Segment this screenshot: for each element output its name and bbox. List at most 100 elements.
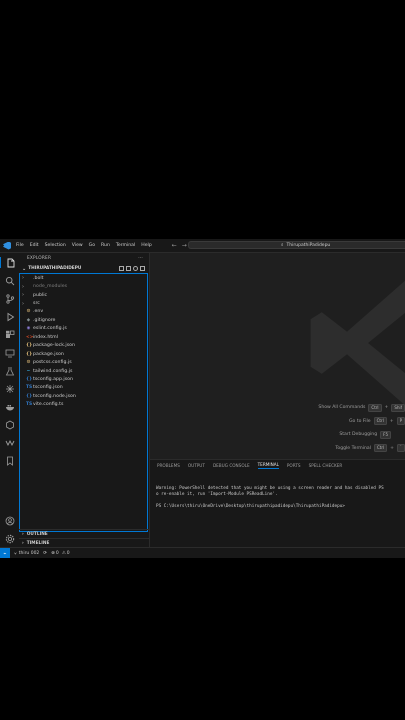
tab-ports[interactable]: PORTS bbox=[287, 463, 301, 468]
file-tree: › .bolt › node_modules › public › src ⚙ .env ◆ .git… bbox=[19, 273, 148, 532]
file-tree-item[interactable]: › .bolt bbox=[20, 274, 147, 282]
menu-edit[interactable]: Edit bbox=[30, 243, 39, 248]
sync-icon[interactable]: ⟳ bbox=[43, 551, 47, 556]
extensions-icon[interactable] bbox=[4, 329, 15, 340]
flask-icon[interactable] bbox=[4, 365, 15, 376]
hint-show-all-commands[interactable]: Show All Commands Ctrl + Shif bbox=[318, 401, 405, 415]
key-badge: P bbox=[396, 417, 405, 426]
file-tree-label: node_modules bbox=[33, 284, 68, 290]
menu-view[interactable]: View bbox=[72, 243, 83, 248]
search-icon[interactable] bbox=[4, 275, 15, 286]
file-tree-item[interactable]: ⚙ postcss.config.js bbox=[20, 358, 147, 366]
hexagon-icon[interactable] bbox=[4, 419, 15, 430]
warning-icon: ⚠ bbox=[61, 551, 66, 556]
outline-section[interactable]: › OUTLINE bbox=[19, 529, 149, 538]
vscode-logo-icon bbox=[3, 241, 11, 250]
account-icon[interactable] bbox=[4, 515, 15, 526]
menu-selection[interactable]: Selection bbox=[45, 243, 66, 248]
kubernetes-icon[interactable] bbox=[4, 383, 15, 394]
file-tree-item[interactable]: › node_modules bbox=[20, 282, 147, 290]
file-tree-item[interactable]: <> index.html bbox=[20, 333, 147, 341]
file-type-icon: {} bbox=[26, 351, 33, 357]
hint-start-debugging[interactable]: Start Debugging F5 bbox=[318, 428, 405, 442]
file-tree-item[interactable]: {} package.json bbox=[20, 350, 147, 358]
terminal-prompt: PS C:\Users\thiru\OneDrive\Desktop\thiru… bbox=[156, 504, 345, 509]
new-file-icon[interactable] bbox=[119, 266, 124, 271]
file-tree-item[interactable]: TS tsconfig.json bbox=[20, 384, 147, 392]
file-tree-item[interactable]: ◉ eslint.config.js bbox=[20, 325, 147, 333]
file-tree-item[interactable]: › public bbox=[20, 291, 147, 299]
menu-run[interactable]: Run bbox=[101, 243, 110, 248]
hint-toggle-terminal[interactable]: Toggle Terminal Ctrl + ` bbox=[318, 442, 405, 456]
hint-label: Toggle Terminal bbox=[335, 445, 372, 451]
hint-label: Go to File bbox=[349, 418, 371, 424]
menu-file[interactable]: File bbox=[16, 243, 24, 248]
key-plus: + bbox=[389, 418, 394, 424]
file-type-icon: {} bbox=[26, 343, 33, 349]
tab-debug-console[interactable]: DEBUG CONSOLE bbox=[213, 463, 250, 468]
branch-name[interactable]: thiru 002 bbox=[19, 551, 40, 556]
tab-problems[interactable]: PROBLEMS bbox=[157, 463, 180, 468]
file-tree-label: .env bbox=[33, 309, 44, 315]
error-count[interactable]: 0 bbox=[56, 551, 59, 556]
key-badge: Shif bbox=[391, 403, 405, 412]
new-folder-icon[interactable] bbox=[126, 266, 131, 271]
file-tree-item[interactable]: ~ tailwind.config.js bbox=[20, 367, 147, 375]
file-tree-label: public bbox=[33, 292, 48, 298]
chevron-right-icon: › bbox=[22, 275, 24, 282]
file-tree-label: index.html bbox=[33, 334, 58, 340]
file-type-icon: {} bbox=[26, 393, 33, 399]
file-tree-item[interactable]: {} tsconfig.node.json bbox=[20, 392, 147, 400]
file-type-icon: ⚙ bbox=[26, 360, 31, 366]
file-tree-label: .bolt bbox=[33, 275, 44, 281]
source-control-icon[interactable] bbox=[4, 293, 15, 304]
file-type-icon: ◆ bbox=[26, 317, 31, 323]
workspace-folder-header[interactable]: ⌄ THIRUPATHIPADIDEPU bbox=[19, 264, 149, 273]
command-center-search[interactable]: ⌕ ThirupathiPadidepu bbox=[188, 241, 405, 249]
tab-spell-checker[interactable]: SPELL CHECKER bbox=[309, 463, 343, 468]
menu-go[interactable]: Go bbox=[89, 243, 95, 248]
file-tree-label: .gitignore bbox=[33, 317, 56, 323]
collapse-all-icon[interactable] bbox=[140, 266, 145, 271]
file-type-icon: ⚙ bbox=[26, 309, 31, 315]
chevron-right-icon: › bbox=[22, 531, 24, 537]
docker-icon[interactable] bbox=[4, 401, 15, 412]
bottom-panel: PROBLEMS OUTPUT DEBUG CONSOLE TERMINAL P… bbox=[150, 459, 405, 548]
file-tree-item[interactable]: ⚙ .env bbox=[20, 308, 147, 316]
settings-gear-icon[interactable] bbox=[4, 533, 15, 544]
file-tree-label: postcss.config.js bbox=[33, 360, 72, 366]
chevron-right-icon: › bbox=[22, 283, 24, 290]
menu-terminal[interactable]: Terminal bbox=[116, 243, 135, 248]
back-arrow-icon[interactable]: ← bbox=[172, 242, 177, 249]
chevron-right-icon: › bbox=[22, 292, 24, 299]
file-tree-label: tsconfig.app.json bbox=[33, 376, 74, 382]
remote-explorer-icon[interactable] bbox=[4, 347, 15, 358]
run-debug-icon[interactable] bbox=[4, 311, 15, 322]
file-type-icon: TS bbox=[26, 402, 33, 408]
file-tree-item[interactable]: ◆ .gitignore bbox=[20, 316, 147, 324]
hint-go-to-file[interactable]: Go to File Ctrl + P bbox=[318, 415, 405, 429]
file-tree-item[interactable]: {} tsconfig.app.json bbox=[20, 375, 147, 383]
remote-indicator-icon[interactable]: ⌁ bbox=[0, 548, 10, 558]
wave-icon[interactable] bbox=[4, 437, 15, 448]
explorer-icon[interactable] bbox=[0, 257, 16, 268]
file-tree-item[interactable]: › src bbox=[20, 299, 147, 307]
file-tree-label: src bbox=[33, 301, 40, 307]
file-type-icon: ◉ bbox=[26, 326, 31, 332]
timeline-label: TIMELINE bbox=[26, 540, 50, 546]
file-tree-item[interactable]: TS vite.config.ts bbox=[20, 401, 147, 409]
bookmark-icon[interactable] bbox=[4, 455, 15, 466]
tab-output[interactable]: OUTPUT bbox=[188, 463, 205, 468]
menu-help[interactable]: Help bbox=[141, 243, 151, 248]
forward-arrow-icon[interactable]: → bbox=[182, 242, 187, 249]
warning-count[interactable]: 0 bbox=[67, 551, 70, 556]
refresh-icon[interactable] bbox=[133, 266, 138, 271]
more-actions-icon[interactable]: ··· bbox=[138, 256, 143, 261]
file-tree-label: tsconfig.node.json bbox=[33, 393, 76, 399]
title-bar: File Edit Selection View Go Run Terminal… bbox=[0, 239, 405, 253]
terminal-output[interactable]: Warning: PowerShell detected that you mi… bbox=[150, 470, 405, 510]
tab-terminal[interactable]: TERMINAL bbox=[257, 462, 279, 469]
timeline-section[interactable]: › TIMELINE bbox=[19, 538, 149, 547]
vscode-watermark-icon bbox=[310, 280, 405, 406]
file-tree-item[interactable]: {} package-lock.json bbox=[20, 342, 147, 350]
